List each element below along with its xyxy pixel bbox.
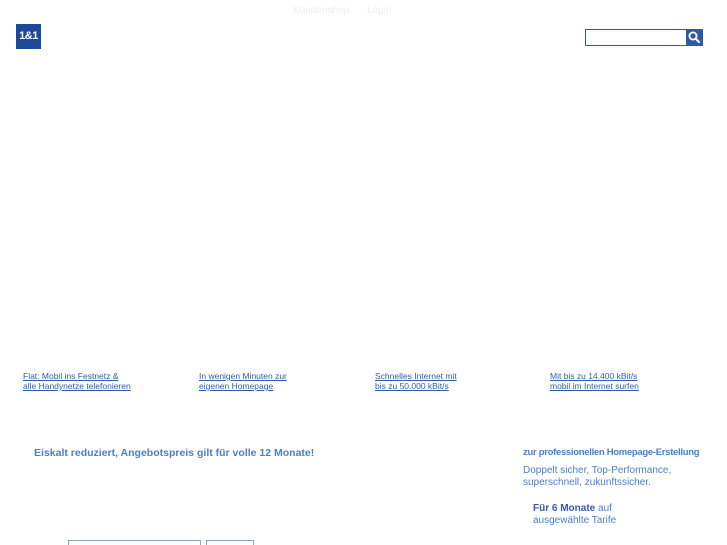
search-input[interactable] — [585, 29, 687, 46]
feature-line: Schnelles Internet mit — [375, 371, 457, 381]
kundenshop-link[interactable]: Kundenshop — [293, 5, 349, 17]
feature-line: alle Handynetze telefonieren — [23, 381, 131, 391]
bottom-input-box[interactable] — [68, 540, 201, 545]
feature-line: eigenen Homepage — [199, 381, 274, 391]
search-icon — [688, 31, 701, 44]
logo[interactable]: 1&1 — [16, 24, 41, 49]
side-heading: zur professionellen Homepage-Erstellung — [523, 447, 700, 458]
feature-line: mobil im Internet surfen — [550, 381, 639, 391]
feature-mobile-flat[interactable]: Flat: Mobil ins Festnetz & alle Handynet… — [23, 371, 131, 391]
page: Kundenshop Login 1&1 Flat: Mobil ins Fes… — [0, 0, 727, 545]
side-offer-line: ausgewählte Tarife — [533, 515, 617, 526]
side-desc-line: Doppelt sicher, Top-Performance, — [523, 465, 672, 476]
side-offer-rest: auf — [595, 503, 612, 514]
feature-dsl[interactable]: Schnelles Internet mit bis zu 50.000 kBi… — [375, 371, 457, 391]
feature-line: Mit bis zu 14.400 kBit/s — [550, 371, 638, 381]
side-offer-line: Für 6 Monate auf — [533, 503, 616, 515]
bottom-button-box[interactable] — [206, 540, 254, 545]
feature-mobile-internet[interactable]: Mit bis zu 14.400 kBit/s mobil im Intern… — [550, 371, 639, 391]
feature-line: bis zu 50.000 kBit/s — [375, 381, 449, 391]
side-offer: Für 6 Monate auf ausgewählte Tarife — [533, 503, 616, 527]
side-description: Doppelt sicher, Top-Performance, supersc… — [523, 465, 671, 489]
side-offer-bold: Für 6 Monate — [533, 503, 596, 514]
feature-line: Flat: Mobil ins Festnetz & — [23, 371, 119, 381]
login-link[interactable]: Login — [367, 5, 391, 17]
feature-line: In wenigen Minuten zur — [199, 371, 287, 381]
feature-homepage[interactable]: In wenigen Minuten zur eigenen Homepage — [199, 371, 287, 391]
promo-headline: Eiskalt reduziert, Angebotspreis gilt fü… — [34, 447, 315, 459]
search-button[interactable] — [686, 29, 703, 46]
side-desc-line: superschnell, zukunftssicher. — [523, 477, 651, 488]
